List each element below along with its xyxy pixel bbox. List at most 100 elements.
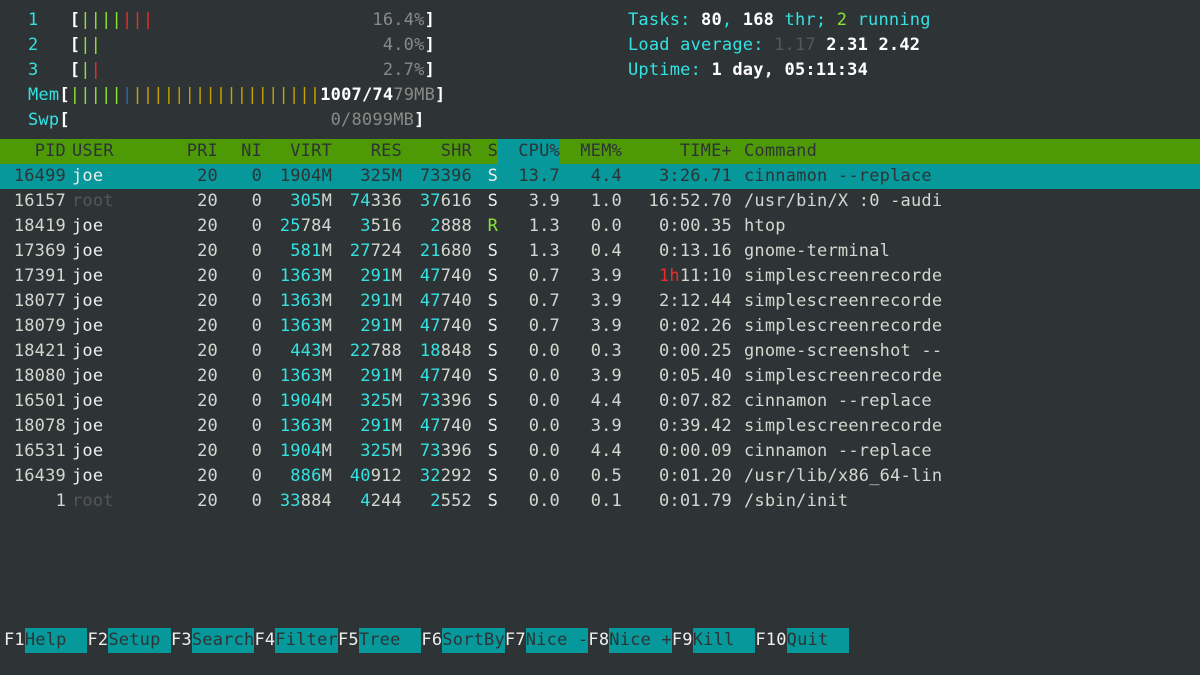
process-row[interactable]: 16157 root 20 0 305M 74336 37616 S 3.9 1… xyxy=(0,189,1200,214)
header-cpu-sorted[interactable]: CPU% xyxy=(498,139,560,164)
fkey-F6: F6 xyxy=(421,628,442,653)
function-key-bar[interactable]: F1Help F2Setup F3SearchF4FilterF5Tree F6… xyxy=(0,628,849,653)
header-mem[interactable]: MEM% xyxy=(560,139,622,164)
process-row[interactable]: 1 root 20 0 33884 4244 2552 S 0.0 0.1 0:… xyxy=(0,489,1200,514)
cell-shr: 37616 xyxy=(402,189,472,214)
fkey-F2-action[interactable]: Setup xyxy=(108,628,171,653)
cell-command: htop xyxy=(732,214,1200,239)
cell-state: S xyxy=(472,264,498,289)
process-row[interactable]: 18421 joe 20 0 443M 22788 18848 S 0.0 0.… xyxy=(0,339,1200,364)
cell-cpu: 0.0 xyxy=(498,464,560,489)
header-virt[interactable]: VIRT xyxy=(262,139,332,164)
cell-ni: 0 xyxy=(218,314,262,339)
header-user[interactable]: USER xyxy=(66,139,162,164)
header-pri[interactable]: PRI xyxy=(162,139,218,164)
cell-ni: 0 xyxy=(218,239,262,264)
cell-command: simplescreenrecorde xyxy=(732,289,1200,314)
process-table[interactable]: 16499 joe 20 0 1904M 325M 73396 S 13.7 4… xyxy=(0,164,1200,514)
cell-virt: 305M xyxy=(262,189,332,214)
fkey-F6-action[interactable]: SortBy xyxy=(442,628,505,653)
process-table-header[interactable]: PID USER PRI NI VIRT RES SHR S CPU% MEM%… xyxy=(0,139,1200,164)
threads-count: 168 xyxy=(743,10,774,30)
cell-user: joe xyxy=(66,289,162,314)
process-row[interactable]: 16439 joe 20 0 886M 40912 32292 S 0.0 0.… xyxy=(0,464,1200,489)
cell-state: R xyxy=(472,214,498,239)
cell-mem: 3.9 xyxy=(560,264,622,289)
fkey-F4: F4 xyxy=(254,628,275,653)
fkey-F10-action[interactable]: Quit xyxy=(787,628,850,653)
cell-pri: 20 xyxy=(162,389,218,414)
cell-pid: 16157 xyxy=(0,189,66,214)
cell-cpu: 0.0 xyxy=(498,339,560,364)
cell-state: S xyxy=(472,289,498,314)
cell-command: gnome-terminal xyxy=(732,239,1200,264)
cell-pid: 16439 xyxy=(0,464,66,489)
cell-command: /sbin/init xyxy=(732,489,1200,514)
cell-mem: 0.0 xyxy=(560,214,622,239)
cell-ni: 0 xyxy=(218,439,262,464)
fkey-F7-action[interactable]: Nice - xyxy=(526,628,589,653)
cell-cpu: 1.3 xyxy=(498,214,560,239)
cell-res: 291M xyxy=(332,264,402,289)
cell-shr: 2888 xyxy=(402,214,472,239)
fkey-F5-action[interactable]: Tree xyxy=(359,628,422,653)
cell-ni: 0 xyxy=(218,414,262,439)
process-row[interactable]: 16531 joe 20 0 1904M 325M 73396 S 0.0 4.… xyxy=(0,439,1200,464)
process-row[interactable]: 17391 joe 20 0 1363M 291M 47740 S 0.7 3.… xyxy=(0,264,1200,289)
cell-mem: 1.0 xyxy=(560,189,622,214)
fkey-F5: F5 xyxy=(338,628,359,653)
cell-shr: 47740 xyxy=(402,314,472,339)
header-shr[interactable]: SHR xyxy=(402,139,472,164)
fkey-F9-action[interactable]: Kill xyxy=(693,628,756,653)
cpu-3-label: 3 xyxy=(28,60,38,80)
fkey-F3-action[interactable]: Search xyxy=(192,628,255,653)
cell-res: 40912 xyxy=(332,464,402,489)
cell-time: 0:05.40 xyxy=(622,364,732,389)
cell-shr: 73396 xyxy=(402,389,472,414)
cell-mem: 4.4 xyxy=(560,389,622,414)
cell-virt: 1363M xyxy=(262,289,332,314)
cell-time: 0:00.35 xyxy=(622,214,732,239)
process-row[interactable]: 16499 joe 20 0 1904M 325M 73396 S 13.7 4… xyxy=(0,164,1200,189)
header-pid[interactable]: PID xyxy=(0,139,66,164)
cell-virt: 1904M xyxy=(262,164,332,189)
process-row[interactable]: 17369 joe 20 0 581M 27724 21680 S 1.3 0.… xyxy=(0,239,1200,264)
cell-pri: 20 xyxy=(162,214,218,239)
cell-ni: 0 xyxy=(218,464,262,489)
cell-time: 0:01.20 xyxy=(622,464,732,489)
cell-state: S xyxy=(472,314,498,339)
header-command[interactable]: Command xyxy=(732,139,1200,164)
process-row[interactable]: 18419 joe 20 0 25784 3516 2888 R 1.3 0.0… xyxy=(0,214,1200,239)
header-res[interactable]: RES xyxy=(332,139,402,164)
header-time[interactable]: TIME+ xyxy=(622,139,732,164)
cell-pri: 20 xyxy=(162,489,218,514)
cell-virt: 33884 xyxy=(262,489,332,514)
cell-time: 0:13.16 xyxy=(622,239,732,264)
cell-mem: 0.3 xyxy=(560,339,622,364)
cell-ni: 0 xyxy=(218,264,262,289)
cell-shr: 47740 xyxy=(402,289,472,314)
cell-res: 325M xyxy=(332,439,402,464)
cell-command: simplescreenrecorde xyxy=(732,414,1200,439)
process-row[interactable]: 18080 joe 20 0 1363M 291M 47740 S 0.0 3.… xyxy=(0,364,1200,389)
fkey-F1-action[interactable]: Help xyxy=(25,628,88,653)
process-row[interactable]: 18079 joe 20 0 1363M 291M 47740 S 0.7 3.… xyxy=(0,314,1200,339)
header-state[interactable]: S xyxy=(472,139,498,164)
header-ni[interactable]: NI xyxy=(218,139,262,164)
cell-mem: 0.4 xyxy=(560,239,622,264)
cell-time: 0:02.26 xyxy=(622,314,732,339)
process-row[interactable]: 18077 joe 20 0 1363M 291M 47740 S 0.7 3.… xyxy=(0,289,1200,314)
cell-mem: 3.9 xyxy=(560,289,622,314)
fkey-F8-action[interactable]: Nice + xyxy=(609,628,672,653)
cell-state: S xyxy=(472,439,498,464)
fkey-F4-action[interactable]: Filter xyxy=(275,628,338,653)
fkey-F3: F3 xyxy=(171,628,192,653)
cell-pri: 20 xyxy=(162,464,218,489)
cell-ni: 0 xyxy=(218,164,262,189)
cell-virt: 1363M xyxy=(262,414,332,439)
process-row[interactable]: 18078 joe 20 0 1363M 291M 47740 S 0.0 3.… xyxy=(0,414,1200,439)
process-row[interactable]: 16501 joe 20 0 1904M 325M 73396 S 0.0 4.… xyxy=(0,389,1200,414)
cell-pri: 20 xyxy=(162,314,218,339)
cell-pri: 20 xyxy=(162,339,218,364)
cell-command: cinnamon --replace xyxy=(732,389,1200,414)
